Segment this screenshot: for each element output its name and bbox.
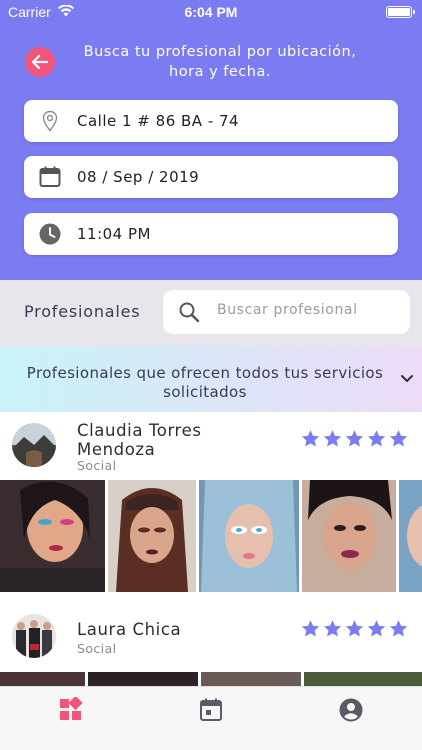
avatar — [12, 423, 56, 467]
banner-text: Profesionales que ofrecen todos tus serv… — [26, 364, 384, 401]
professional-name: Laura Chica — [77, 620, 182, 639]
rating-stars — [300, 429, 409, 449]
star-icon — [389, 620, 408, 637]
portfolio-photo[interactable] — [0, 480, 105, 592]
tab-calendar[interactable] — [198, 697, 224, 723]
portfolio-photo[interactable] — [399, 480, 422, 592]
calendar-icon — [39, 166, 61, 187]
search-icon — [179, 302, 200, 323]
star-icon — [367, 620, 386, 637]
professional-name: Claudia Torres Mendoza — [77, 421, 202, 459]
date-field[interactable]: 08 / Sep / 2019 — [24, 156, 398, 198]
star-icon — [301, 430, 320, 447]
search-box[interactable] — [163, 290, 410, 334]
tab-bar — [0, 686, 422, 750]
portfolio-photo[interactable] — [201, 672, 301, 686]
section-label: Profesionales — [24, 302, 141, 321]
portfolio-gallery[interactable] — [0, 672, 422, 686]
star-icon — [389, 430, 408, 447]
battery-icon — [386, 6, 415, 18]
back-button[interactable] — [25, 47, 55, 77]
star-icon — [367, 430, 386, 447]
search-input[interactable] — [217, 302, 397, 318]
professional-card[interactable]: Claudia Torres Mendoza Social — [0, 412, 422, 480]
chevron-down-icon — [401, 375, 413, 382]
page-title: Busca tu profesional por ubicación, hora… — [83, 44, 357, 80]
date-value: 08 / Sep / 2019 — [77, 168, 200, 186]
portfolio-gallery[interactable] — [0, 480, 422, 592]
portfolio-photo[interactable] — [108, 480, 196, 592]
star-icon — [345, 430, 364, 447]
professional-card[interactable]: Laura Chica Social — [0, 596, 422, 672]
time-field[interactable]: 11:04 PM — [24, 213, 398, 255]
portfolio-photo[interactable] — [88, 672, 198, 686]
professional-category: Social — [77, 458, 117, 473]
search-header: Carrier 6:04 PM Busca tu profesional por… — [0, 0, 422, 280]
arrow-left-icon — [32, 55, 48, 69]
star-icon — [323, 430, 342, 447]
grid-icon — [60, 697, 83, 720]
time-value: 11:04 PM — [77, 225, 151, 243]
user-circle-icon — [339, 698, 363, 722]
tab-profile[interactable] — [338, 697, 364, 723]
status-bar: Carrier 6:04 PM — [0, 0, 422, 24]
avatar — [12, 614, 56, 658]
location-pin-icon — [42, 110, 58, 132]
address-field[interactable]: Calle 1 # 86 BA - 74 — [24, 100, 398, 142]
professional-category: Social — [77, 641, 117, 656]
calendar-icon — [200, 698, 222, 721]
clock-icon — [39, 223, 61, 245]
star-icon — [301, 620, 320, 637]
filter-banner[interactable]: Profesionales que ofrecen todos tus serv… — [0, 346, 422, 412]
rating-stars — [300, 619, 409, 639]
portfolio-photo[interactable] — [304, 672, 422, 686]
clock: 6:04 PM — [184, 4, 238, 20]
portfolio-photo[interactable] — [0, 672, 85, 686]
search-bar-section: Profesionales — [0, 280, 422, 346]
portfolio-photo[interactable] — [199, 480, 299, 592]
star-icon — [323, 620, 342, 637]
portfolio-photo[interactable] — [302, 480, 396, 592]
tab-services[interactable] — [58, 697, 84, 723]
star-icon — [345, 620, 364, 637]
address-value: Calle 1 # 86 BA - 74 — [77, 112, 240, 130]
